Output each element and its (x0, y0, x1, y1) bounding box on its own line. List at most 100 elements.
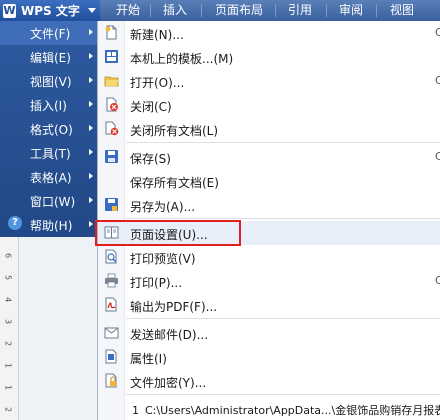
print-preview-icon (105, 249, 117, 264)
menu-item-label: 输出为PDF(F)... (130, 300, 218, 314)
templates-icon (105, 50, 118, 63)
menu-item-label: 发送邮件(D)... (130, 328, 209, 342)
vertical-ruler[interactable]: 6 5 4 3 2 1 1 2 (0, 237, 19, 420)
close-document-icon (106, 97, 118, 112)
file-menu-panel: 新建(N)... C 本机上的模板...(M) 打开(O)... C 关闭(C)… (97, 21, 440, 420)
menu-item-new[interactable]: 新建(N)... C (98, 21, 440, 45)
menu-item-print[interactable]: 打印(P)... C (98, 269, 440, 293)
menu-item-label: 本机上的模板...(M) (130, 52, 234, 66)
menu-item-local-templates[interactable]: 本机上的模板...(M) (98, 45, 440, 69)
tab-references[interactable]: 引用 (288, 0, 312, 21)
menu-item-save[interactable]: 保存(S) C (98, 145, 440, 169)
menu-separator (126, 394, 440, 395)
menu-table[interactable]: 表格(A) (0, 165, 97, 189)
menu-item-label: 文件加密(Y)... (130, 376, 207, 390)
menu-label: 插入(I) (30, 99, 67, 113)
wps-app-menu-button[interactable]: W WPS 文字 (0, 0, 100, 21)
menu-view[interactable]: 视图(V) (0, 69, 97, 93)
menu-item-label: 打印预览(V) (130, 252, 196, 266)
wps-logo-icon: W (3, 3, 16, 18)
menu-item-label: 保存所有文档(E) (130, 176, 219, 190)
menu-insert[interactable]: 插入(I) (0, 93, 97, 117)
menu-file[interactable]: 文件(F) (0, 21, 97, 45)
encrypt-icon (105, 373, 117, 388)
menu-tools[interactable]: 工具(T) (0, 141, 97, 165)
menu-item-save-as[interactable]: 另存为(A)... (98, 193, 440, 217)
menu-label: 帮助(H) (30, 219, 73, 233)
menu-item-label: 关闭(C) (130, 100, 172, 114)
menu-label: 格式(O) (30, 123, 73, 137)
submenu-arrow-icon (89, 53, 93, 59)
tab-page-layout[interactable]: 页面布局 (215, 0, 263, 21)
ruler-number: 5 (3, 274, 13, 281)
ribbon-tab-bar: W WPS 文字 开始 插入 页面布局 引用 审阅 视图 (0, 0, 440, 22)
menu-item-close-all[interactable]: 关闭所有文档(L) (98, 117, 440, 141)
save-as-icon (105, 198, 118, 211)
menu-separator (126, 318, 440, 319)
ruler-number: 1 (3, 384, 13, 391)
submenu-arrow-icon (89, 29, 93, 35)
menu-item-label: 新建(N)... (130, 28, 184, 42)
tab-review[interactable]: 审阅 (339, 0, 363, 21)
tab-separator (376, 4, 377, 17)
menu-item-print-preview[interactable]: 打印预览(V) (98, 245, 440, 269)
menu-help[interactable]: ? 帮助(H) (0, 213, 97, 237)
shortcut-hint: C (435, 74, 440, 87)
chevron-down-icon (88, 8, 96, 13)
menu-label: 编辑(E) (30, 51, 71, 65)
tab-separator (326, 4, 327, 17)
submenu-arrow-icon (89, 221, 93, 227)
menu-item-label: 保存(S) (130, 152, 171, 166)
tab-separator (275, 4, 276, 17)
menu-item-export-pdf[interactable]: 输出为PDF(F)... (98, 293, 440, 317)
menu-item-label: 打印(P)... (130, 276, 183, 290)
submenu-arrow-icon (89, 77, 93, 83)
menu-item-label: 属性(I) (130, 352, 167, 366)
properties-icon (105, 349, 117, 364)
ruler-number: 2 (3, 406, 13, 413)
menu-label: 窗口(W) (30, 195, 76, 209)
menu-item-close[interactable]: 关闭(C) (98, 93, 440, 117)
tab-home[interactable]: 开始 (116, 0, 140, 21)
menu-item-label: 另存为(A)... (130, 200, 196, 214)
tab-insert[interactable]: 插入 (163, 0, 187, 21)
new-document-icon (105, 25, 117, 40)
recent-file-number: 1 (132, 404, 139, 417)
ruler-number: 4 (3, 296, 13, 303)
menu-item-properties[interactable]: 属性(I) (98, 345, 440, 369)
menu-label: 文件(F) (30, 27, 71, 41)
save-icon (105, 150, 118, 163)
menu-item-encrypt[interactable]: 文件加密(Y)... (98, 369, 440, 393)
menu-item-label: 关闭所有文档(L) (130, 124, 219, 138)
tab-view[interactable]: 视图 (390, 0, 414, 21)
submenu-arrow-icon (89, 173, 93, 179)
shortcut-hint: C (435, 26, 440, 39)
app-title: WPS 文字 (21, 4, 80, 18)
main-menu: 文件(F) 编辑(E) 视图(V) 插入(I) 格式(O) 工具(T) 表格(A… (0, 21, 97, 237)
menu-item-send-mail[interactable]: 发送邮件(D)... (98, 321, 440, 345)
menu-edit[interactable]: 编辑(E) (0, 45, 97, 69)
menu-item-page-setup[interactable]: 页面设置(U)... (98, 221, 440, 245)
menu-format[interactable]: 格式(O) (0, 117, 97, 141)
menu-item-open[interactable]: 打开(O)... C (98, 69, 440, 93)
pdf-export-icon (105, 297, 117, 312)
submenu-arrow-icon (89, 125, 93, 131)
ruler-number: 2 (3, 340, 13, 347)
menu-label: 表格(A) (30, 171, 72, 185)
document-area[interactable] (19, 237, 97, 420)
menu-label: 工具(T) (30, 147, 71, 161)
recent-file-path: C:\Users\Administrator\AppData...\金银饰品购销… (145, 404, 440, 417)
menu-separator (126, 142, 440, 143)
recent-file-item[interactable]: 1 C:\Users\Administrator\AppData...\金银饰品购… (132, 402, 440, 418)
submenu-arrow-icon (89, 149, 93, 155)
help-icon: ? (8, 216, 22, 230)
menu-item-save-all[interactable]: 保存所有文档(E) (98, 169, 440, 193)
page-setup-icon (104, 226, 119, 239)
menu-separator (126, 218, 440, 219)
close-all-documents-icon (105, 121, 119, 136)
print-icon (105, 273, 118, 288)
submenu-arrow-icon (89, 197, 93, 203)
menu-item-label: 打开(O)... (130, 76, 185, 90)
menu-window[interactable]: 窗口(W) (0, 189, 97, 213)
ruler-number: 6 (3, 252, 13, 259)
